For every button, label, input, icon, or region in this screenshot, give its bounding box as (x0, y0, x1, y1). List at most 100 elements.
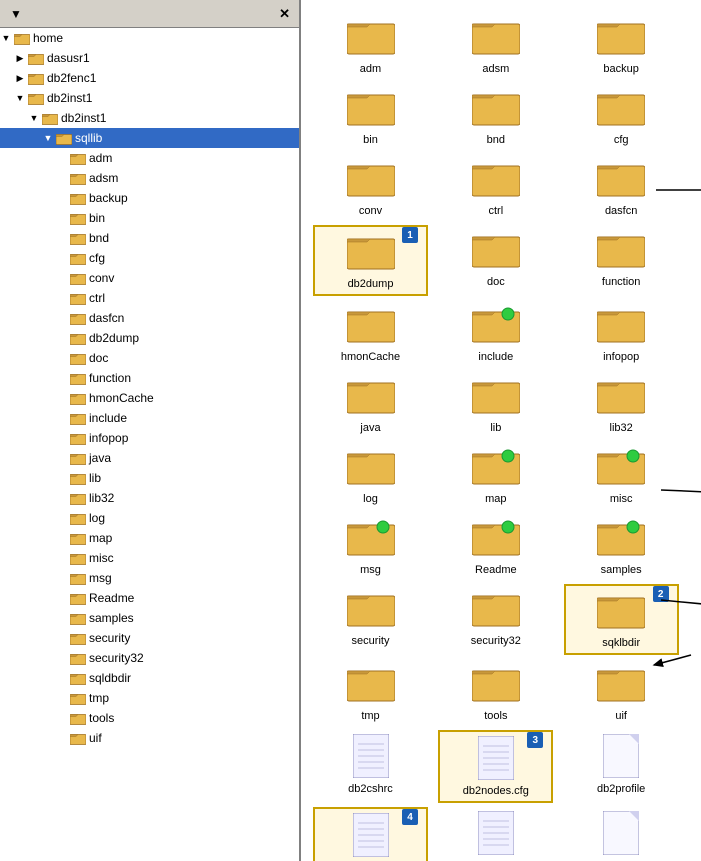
grid-item-security[interactable]: security (313, 584, 428, 655)
tree-item-samples[interactable]: samples (0, 608, 299, 628)
tree-expand-db2inst1[interactable] (14, 92, 26, 104)
tree-item-db2inst1-2[interactable]: db2inst1 (0, 108, 299, 128)
tree-item-home[interactable]: home (0, 28, 299, 48)
tree-expand-Readme[interactable] (56, 592, 68, 604)
tree-item-ctrl[interactable]: ctrl (0, 288, 299, 308)
tree-scroll[interactable]: home dasusr1 db2fenc1 db2inst1 db2inst1 … (0, 28, 299, 861)
grid-item-include[interactable]: include (438, 300, 553, 367)
tree-expand-sqldbdir[interactable] (56, 672, 68, 684)
grid-item-misc[interactable]: misc (564, 442, 679, 509)
grid-item-map[interactable]: map (438, 442, 553, 509)
tree-item-infopop[interactable]: infopop (0, 428, 299, 448)
tree-expand-hmonCache[interactable] (56, 392, 68, 404)
grid-item-db2profile[interactable]: db2profile (564, 730, 679, 803)
tree-item-security[interactable]: security (0, 628, 299, 648)
tree-item-misc[interactable]: misc (0, 548, 299, 568)
tree-item-sqllib[interactable]: sqllib (0, 128, 299, 148)
tree-expand-doc[interactable] (56, 352, 68, 364)
grid-item-sqldbdir[interactable]: 2sqklbdir (564, 584, 679, 655)
grid-item-security32[interactable]: security32 (438, 584, 553, 655)
tree-expand-db2dump[interactable] (56, 332, 68, 344)
grid-item-log[interactable]: log (313, 442, 428, 509)
tree-expand-ctrl[interactable] (56, 292, 68, 304)
tree-expand-java[interactable] (56, 452, 68, 464)
tree-expand-security[interactable] (56, 632, 68, 644)
grid-item-bnd[interactable]: bnd (438, 83, 553, 150)
grid-item-infopop[interactable]: infopop (564, 300, 679, 367)
tree-item-adm[interactable]: adm (0, 148, 299, 168)
tree-item-db2inst1[interactable]: db2inst1 (0, 88, 299, 108)
grid-item-adsm[interactable]: adsm (438, 12, 553, 79)
grid-item-Readme[interactable]: Readme (438, 513, 553, 580)
tree-expand-home[interactable] (0, 32, 12, 44)
tree-expand-bin[interactable] (56, 212, 68, 224)
tree-item-lib[interactable]: lib (0, 468, 299, 488)
grid-item-function[interactable]: function (564, 225, 679, 296)
tree-item-conv[interactable]: conv (0, 268, 299, 288)
tree-item-lib32[interactable]: lib32 (0, 488, 299, 508)
tree-item-java[interactable]: java (0, 448, 299, 468)
grid-item-java[interactable]: java (313, 371, 428, 438)
grid-item-backup[interactable]: backup (564, 12, 679, 79)
tree-expand-lib32[interactable] (56, 492, 68, 504)
tree-expand-include[interactable] (56, 412, 68, 424)
grid-item-profile.env[interactable]: profile.env (438, 807, 553, 861)
tree-expand-backup[interactable] (56, 192, 68, 204)
tree-expand-msg[interactable] (56, 572, 68, 584)
grid-item-adm[interactable]: adm (313, 12, 428, 79)
tree-expand-sqllib[interactable] (42, 132, 54, 144)
grid-item-bin[interactable]: bin (313, 83, 428, 150)
tree-item-function[interactable]: function (0, 368, 299, 388)
tree-expand-tmp[interactable] (56, 692, 68, 704)
tree-expand-uif[interactable] (56, 732, 68, 744)
tree-item-Readme[interactable]: Readme (0, 588, 299, 608)
tree-expand-conv[interactable] (56, 272, 68, 284)
tree-expand-adm[interactable] (56, 152, 68, 164)
tree-expand-function[interactable] (56, 372, 68, 384)
tree-item-doc[interactable]: doc (0, 348, 299, 368)
grid-item-uif[interactable]: uif (564, 659, 679, 726)
tree-expand-adsm[interactable] (56, 172, 68, 184)
tree-expand-security32[interactable] (56, 652, 68, 664)
tree-expand-db2fenc1[interactable] (14, 72, 26, 84)
grid-item-lib32[interactable]: lib32 (564, 371, 679, 438)
tree-expand-map[interactable] (56, 532, 68, 544)
tree-expand-cfg[interactable] (56, 252, 68, 264)
grid-item-cfg[interactable]: cfg (564, 83, 679, 150)
grid-item-tools[interactable]: tools (438, 659, 553, 726)
grid-item-lib[interactable]: lib (438, 371, 553, 438)
tree-item-sqldbdir[interactable]: sqldbdir (0, 668, 299, 688)
grid-item-samples[interactable]: samples (564, 513, 679, 580)
tree-item-map[interactable]: map (0, 528, 299, 548)
tree-expand-samples[interactable] (56, 612, 68, 624)
tree-item-tmp[interactable]: tmp (0, 688, 299, 708)
tree-expand-misc[interactable] (56, 552, 68, 564)
tree-expand-db2inst1-2[interactable] (28, 112, 40, 124)
tree-expand-dasusr1[interactable] (14, 52, 26, 64)
tree-item-backup[interactable]: backup (0, 188, 299, 208)
tree-item-uif[interactable]: uif (0, 728, 299, 748)
tree-item-msg[interactable]: msg (0, 568, 299, 588)
tree-expand-log[interactable] (56, 512, 68, 524)
tree-item-db2fenc1[interactable]: db2fenc1 (0, 68, 299, 88)
grid-item-hmonCache[interactable]: hmonCache (313, 300, 428, 367)
tree-expand-tools[interactable] (56, 712, 68, 724)
tree-expand-infopop[interactable] (56, 432, 68, 444)
grid-item-db2nodes.cfg[interactable]: 3db2nodes.cfg (438, 730, 553, 803)
right-panel[interactable]: adm adsm backup bin bnd cfg conv (301, 0, 701, 861)
grid-item-db2dump[interactable]: 1db2dump (313, 225, 428, 296)
grid-item-tmp[interactable]: tmp (313, 659, 428, 726)
grid-item-doc[interactable]: doc (438, 225, 553, 296)
tree-item-security32[interactable]: security32 (0, 648, 299, 668)
tree-item-tools[interactable]: tools (0, 708, 299, 728)
tree-expand-bnd[interactable] (56, 232, 68, 244)
tree-item-db2dump[interactable]: db2dump (0, 328, 299, 348)
tree-expand-lib[interactable] (56, 472, 68, 484)
tree-item-include[interactable]: include (0, 408, 299, 428)
grid-item-msg[interactable]: msg (313, 513, 428, 580)
grid-item-ctrl[interactable]: ctrl (438, 154, 553, 221)
tree-item-adsm[interactable]: adsm (0, 168, 299, 188)
tree-close-btn[interactable]: ✕ (276, 6, 293, 22)
tree-item-dasusr1[interactable]: dasusr1 (0, 48, 299, 68)
grid-item-dasfcn[interactable]: dasfcn (564, 154, 679, 221)
